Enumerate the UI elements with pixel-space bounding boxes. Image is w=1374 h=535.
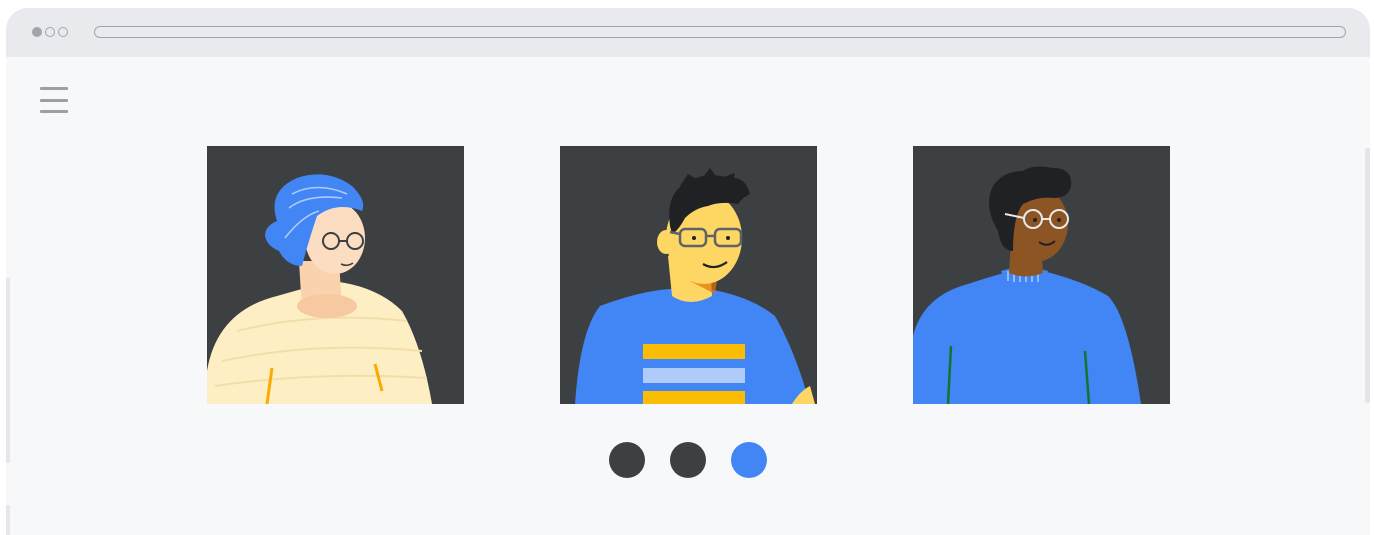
window-control-dot[interactable] (58, 27, 68, 37)
menu-line (40, 110, 68, 113)
hamburger-menu-icon[interactable] (40, 87, 68, 113)
left-edge-bar (6, 278, 10, 463)
carousel-dot-1[interactable] (609, 442, 645, 478)
title-bar (6, 8, 1370, 57)
window-control-dot[interactable] (32, 27, 42, 37)
address-bar[interactable] (94, 26, 1346, 38)
browser-window (6, 8, 1370, 535)
avatar-man-blue-sweater (913, 166, 1141, 404)
window-controls (32, 27, 68, 37)
carousel-pagination (609, 442, 767, 478)
left-edge-bar (6, 505, 10, 535)
menu-line (40, 87, 68, 90)
avatar-man-striped-shirt (575, 168, 815, 404)
vertical-scrollbar[interactable] (1365, 148, 1370, 403)
carousel-slide-2[interactable] (560, 146, 817, 404)
carousel-dot-3[interactable] (731, 442, 767, 478)
window-control-dot[interactable] (45, 27, 55, 37)
carousel-slide-1[interactable] (207, 146, 464, 404)
carousel-slide-3[interactable] (913, 146, 1170, 404)
avatar-woman-blue-hair (207, 174, 432, 404)
menu-line (40, 98, 68, 102)
carousel-dot-2[interactable] (670, 442, 706, 478)
